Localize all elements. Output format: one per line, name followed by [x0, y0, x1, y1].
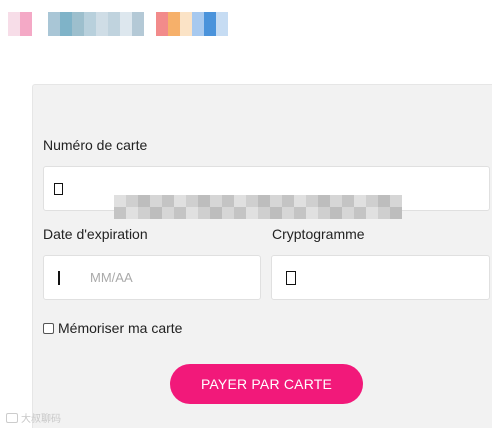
logo-pixel	[84, 12, 96, 36]
blur-pixel	[186, 195, 198, 207]
blur-pixel	[246, 195, 258, 207]
payment-page: Numéro de carte Date d'expiration Crypto…	[0, 0, 492, 428]
card-number-label: Numéro de carte	[43, 137, 148, 153]
blur-pixel	[366, 195, 378, 207]
logo-pixel	[96, 12, 108, 36]
blur-pixel	[186, 207, 198, 219]
cvc-input[interactable]	[296, 256, 489, 299]
blur-pixel	[138, 207, 150, 219]
blur-pixel	[222, 207, 234, 219]
logo-pixel	[216, 12, 228, 36]
logo-pixel	[8, 12, 20, 36]
remember-card-label: Mémoriser ma carte	[58, 320, 183, 336]
logo-pixel	[180, 12, 192, 36]
blur-pixel	[126, 195, 138, 207]
watermark: 大叔聊码	[6, 410, 61, 425]
blur-pixel	[390, 195, 402, 207]
blur-pixel	[210, 207, 222, 219]
blur-pixel	[114, 195, 126, 207]
blur-pixel	[258, 195, 270, 207]
blur-pixel	[270, 207, 282, 219]
blur-pixel	[174, 207, 186, 219]
blur-pixel	[198, 195, 210, 207]
blur-pixel	[378, 207, 390, 219]
redacted-blur-overlay	[114, 195, 402, 219]
logo-pixel	[60, 12, 72, 36]
blur-pixel	[354, 207, 366, 219]
logo-pixel	[156, 12, 168, 36]
blur-pixel	[210, 195, 222, 207]
blur-pixel	[234, 207, 246, 219]
brand-name-pixelated	[48, 12, 144, 36]
partner-logo-pixelated	[156, 12, 228, 36]
blur-pixel	[198, 207, 210, 219]
cvc-glyph-icon	[286, 270, 296, 285]
cvc-field[interactable]	[271, 255, 490, 300]
blur-pixel	[222, 195, 234, 207]
blur-pixel	[174, 195, 186, 207]
blur-pixel	[234, 195, 246, 207]
logo-pixel	[72, 12, 84, 36]
blur-pixel	[366, 207, 378, 219]
blur-pixel	[126, 207, 138, 219]
brand-logo-pixelated	[8, 12, 32, 36]
blur-pixel	[342, 207, 354, 219]
blur-pixel	[138, 195, 150, 207]
blur-pixel	[246, 207, 258, 219]
blur-pixel	[330, 207, 342, 219]
expiry-input[interactable]	[60, 256, 266, 299]
blur-pixel	[150, 195, 162, 207]
blur-pixel	[318, 207, 330, 219]
logo-pixel	[192, 12, 204, 36]
expiry-label: Date d'expiration	[43, 226, 148, 242]
logo-pixel	[48, 12, 60, 36]
logo-pixel	[120, 12, 132, 36]
remember-card-checkbox[interactable]	[43, 322, 54, 334]
blur-pixel	[162, 195, 174, 207]
expiry-field[interactable]	[43, 255, 266, 300]
blur-pixel	[330, 195, 342, 207]
logo-pixel	[20, 12, 32, 36]
remember-card-option[interactable]: Mémoriser ma carte	[43, 320, 182, 336]
watermark-text: 大叔聊码	[21, 414, 61, 425]
logo-pixel	[108, 12, 120, 36]
blur-pixel	[306, 207, 318, 219]
pay-by-card-button[interactable]: PAYER PAR CARTE	[170, 364, 363, 404]
blur-pixel	[114, 207, 126, 219]
blur-pixel	[378, 195, 390, 207]
watermark-icon	[6, 412, 18, 423]
blur-pixel	[162, 207, 174, 219]
blur-pixel	[294, 195, 306, 207]
blur-pixel	[270, 195, 282, 207]
card-number-glyph-icon	[54, 182, 63, 195]
blur-pixel	[258, 207, 270, 219]
blur-pixel	[282, 207, 294, 219]
blur-pixel	[318, 195, 330, 207]
blur-pixel	[354, 195, 366, 207]
blur-pixel	[390, 207, 402, 219]
logo-pixel	[132, 12, 144, 36]
blur-pixel	[294, 207, 306, 219]
blur-pixel	[282, 195, 294, 207]
blur-pixel	[150, 207, 162, 219]
blur-pixel	[342, 195, 354, 207]
logo-pixel	[204, 12, 216, 36]
cvc-label: Cryptogramme	[272, 226, 365, 242]
blur-pixel	[306, 195, 318, 207]
logo-pixel	[168, 12, 180, 36]
